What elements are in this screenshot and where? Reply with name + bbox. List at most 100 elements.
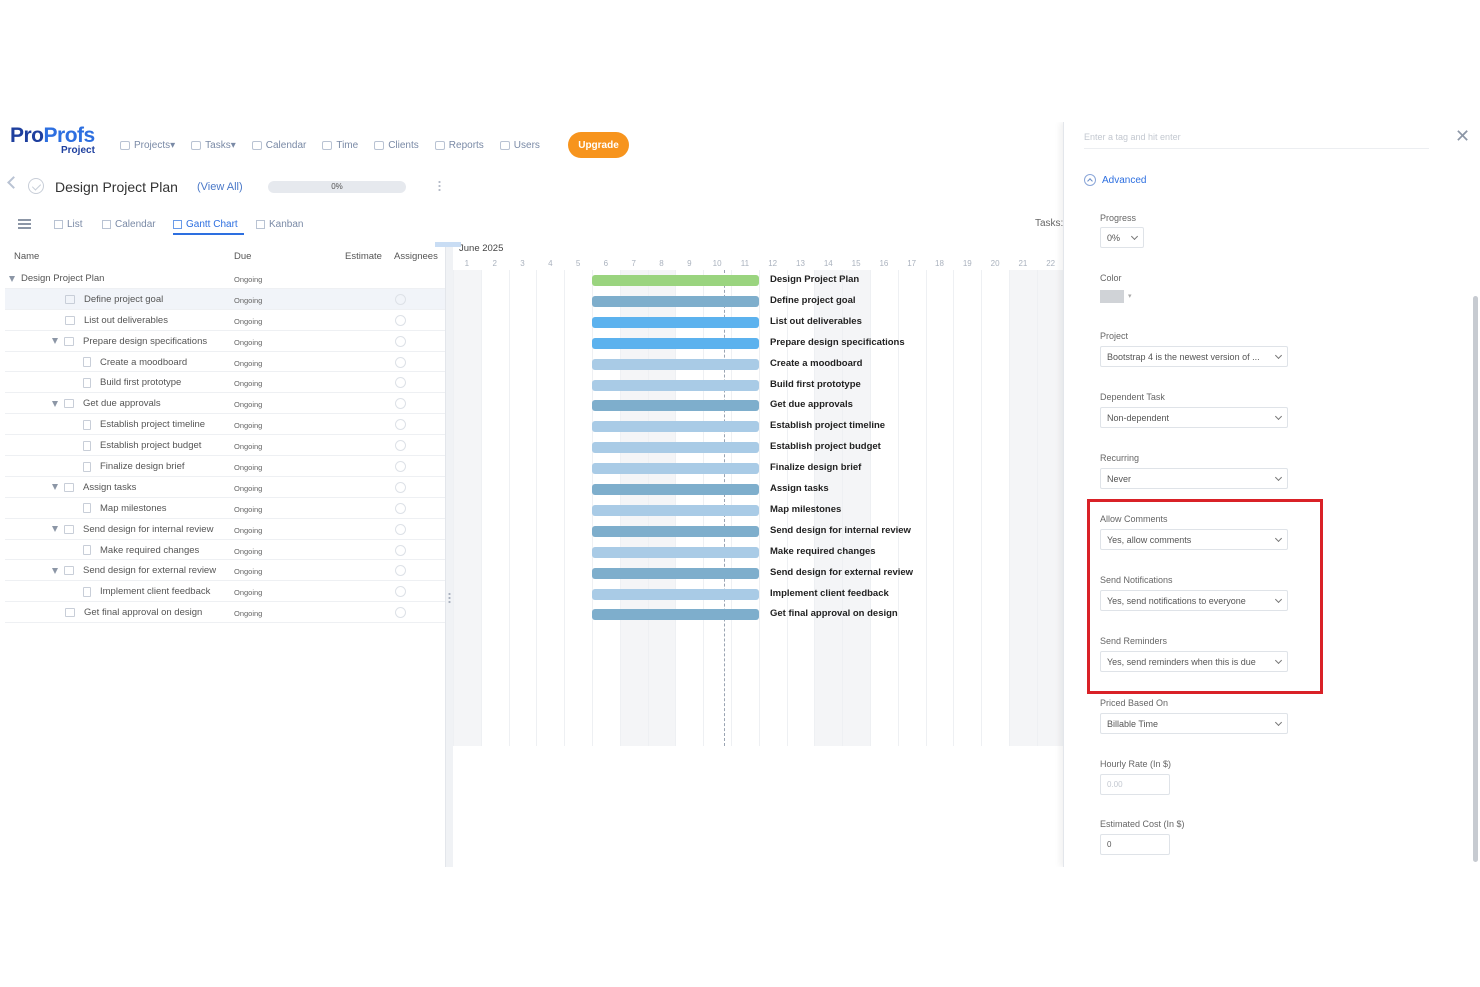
send-reminders-select[interactable]: Yes, send reminders when this is due (1100, 651, 1288, 672)
expand-caret-icon[interactable] (52, 567, 58, 574)
table-row[interactable]: Finalize design brief Ongoing (5, 456, 445, 477)
task-name-cell[interactable]: Map milestones (70, 503, 167, 514)
assignee-avatar-icon[interactable] (395, 523, 406, 535)
tab-list[interactable]: List (54, 219, 83, 230)
back-arrow-icon[interactable] (7, 176, 20, 189)
gantt-bar[interactable] (592, 316, 759, 328)
gantt-bar[interactable] (592, 442, 759, 454)
gantt-bar[interactable] (592, 567, 759, 579)
task-name-cell[interactable]: List out deliverables (52, 315, 168, 326)
task-name-cell[interactable]: Get final approval on design (52, 607, 202, 618)
complete-check-icon[interactable] (28, 178, 44, 194)
panel-scrollbar[interactable] (1473, 296, 1478, 862)
gantt-bar[interactable] (592, 484, 759, 495)
task-name-cell[interactable]: Assign tasks (52, 482, 136, 493)
table-row[interactable]: Establish project timeline Ongoing (5, 414, 445, 436)
table-row[interactable]: Get due approvals Ongoing (5, 393, 445, 415)
task-name-cell[interactable]: Define project goal (52, 294, 163, 305)
table-row[interactable]: Prepare design specifications Ongoing (5, 331, 445, 352)
allow-comments-select[interactable]: Yes, allow comments (1100, 529, 1288, 550)
assignee-avatar-icon[interactable] (395, 565, 406, 577)
nav-calendar[interactable]: Calendar (251, 139, 306, 151)
more-options-icon[interactable] (438, 180, 441, 193)
assignee-avatar-icon[interactable] (395, 335, 406, 347)
hourly-rate-input[interactable]: 0.00 (1100, 774, 1170, 795)
gantt-bar[interactable] (592, 525, 759, 537)
table-row[interactable]: Define project goal Ongoing (5, 288, 445, 310)
expand-caret-icon[interactable] (52, 484, 58, 491)
table-row[interactable]: Design Project Plan Ongoing (5, 268, 445, 289)
assignee-avatar-icon[interactable] (395, 419, 406, 431)
gantt-bar[interactable] (592, 588, 759, 600)
send-notifications-select[interactable]: Yes, send notifications to everyone (1100, 590, 1288, 611)
pane-splitter[interactable] (445, 242, 453, 867)
table-row[interactable]: Send design for internal review Ongoing (5, 519, 445, 540)
task-name-cell[interactable]: Get due approvals (52, 398, 161, 409)
tab-calendar[interactable]: Calendar (102, 219, 156, 230)
nav-clients[interactable]: Clients (374, 139, 419, 151)
column-header-name[interactable]: Name (14, 251, 39, 262)
assignee-avatar-icon[interactable] (395, 586, 406, 598)
table-row[interactable]: Get final approval on design Ongoing (5, 602, 445, 624)
drag-handle-icon[interactable] (448, 592, 451, 604)
expand-caret-icon[interactable] (52, 400, 58, 407)
assignee-avatar-icon[interactable] (395, 481, 406, 493)
table-row[interactable]: Implement client feedback Ongoing (5, 581, 445, 603)
gantt-bar[interactable] (592, 295, 759, 307)
table-row[interactable]: Establish project budget Ongoing (5, 435, 445, 457)
table-row[interactable]: List out deliverables Ongoing (5, 310, 445, 331)
table-row[interactable]: Build first prototype Ongoing (5, 372, 445, 394)
view-all-link[interactable]: (View All) (197, 181, 243, 193)
gantt-bar[interactable] (592, 463, 759, 475)
priced-based-on-select[interactable]: Billable Time (1100, 713, 1288, 734)
dependent-task-select[interactable]: Non-dependent (1100, 407, 1288, 428)
gantt-bar[interactable] (592, 609, 759, 621)
assignee-avatar-icon[interactable] (395, 314, 406, 326)
color-caret-icon[interactable]: ▾ (1128, 292, 1132, 300)
assignee-avatar-icon[interactable] (395, 293, 406, 305)
column-header-due[interactable]: Due (234, 251, 251, 262)
task-name-cell[interactable]: Design Project Plan (9, 273, 104, 284)
gantt-bar[interactable] (592, 275, 759, 286)
nav-projects[interactable]: Projects ▾ (120, 139, 175, 151)
gantt-bar[interactable] (592, 379, 759, 391)
assignee-avatar-icon[interactable] (395, 607, 406, 619)
hamburger-menu-icon[interactable] (18, 219, 31, 229)
nav-time[interactable]: Time (322, 139, 358, 151)
table-row[interactable]: Send design for external review Ongoing (5, 560, 445, 582)
expand-caret-icon[interactable] (9, 275, 15, 282)
estimated-cost-input[interactable]: 0 (1100, 834, 1170, 855)
tab-kanban[interactable]: Kanban (256, 219, 303, 230)
task-name-cell[interactable]: Send design for external review (52, 565, 216, 576)
column-header-assignees[interactable]: Assignees (394, 251, 438, 262)
assignee-avatar-icon[interactable] (395, 377, 406, 389)
tasks-filter-label[interactable]: Tasks: (1035, 218, 1063, 229)
gantt-bar[interactable] (592, 337, 759, 349)
assignee-avatar-icon[interactable] (395, 440, 406, 452)
task-name-cell[interactable]: Prepare design specifications (52, 336, 207, 347)
task-name-cell[interactable]: Make required changes (70, 545, 199, 556)
gantt-bar[interactable] (592, 358, 759, 370)
table-row[interactable]: Map milestones Ongoing (5, 498, 445, 519)
task-name-cell[interactable]: Finalize design brief (70, 461, 185, 472)
task-name-cell[interactable]: Send design for internal review (52, 524, 213, 535)
nav-tasks[interactable]: Tasks ▾ (191, 139, 236, 151)
expand-caret-icon[interactable] (52, 338, 58, 345)
tab-gantt-chart[interactable]: Gantt Chart (173, 219, 238, 230)
assignee-avatar-icon[interactable] (395, 356, 406, 368)
gantt-bar[interactable] (592, 421, 759, 433)
upgrade-button[interactable]: Upgrade (568, 132, 629, 158)
assignee-avatar-icon[interactable] (395, 461, 406, 473)
tag-input[interactable]: Enter a tag and hit enter (1084, 132, 1429, 149)
table-row[interactable]: Make required changes Ongoing (5, 540, 445, 561)
column-header-estimate[interactable]: Estimate (345, 251, 382, 262)
table-row[interactable]: Create a moodboard Ongoing (5, 352, 445, 373)
assignee-avatar-icon[interactable] (395, 398, 406, 410)
task-name-cell[interactable]: Implement client feedback (70, 586, 210, 597)
advanced-toggle[interactable]: Advanced (1084, 174, 1146, 186)
expand-caret-icon[interactable] (52, 526, 58, 533)
nav-users[interactable]: Users (499, 139, 540, 151)
task-name-cell[interactable]: Establish project timeline (70, 419, 205, 430)
assignee-avatar-icon[interactable] (395, 544, 406, 556)
nav-reports[interactable]: Reports (434, 139, 484, 151)
